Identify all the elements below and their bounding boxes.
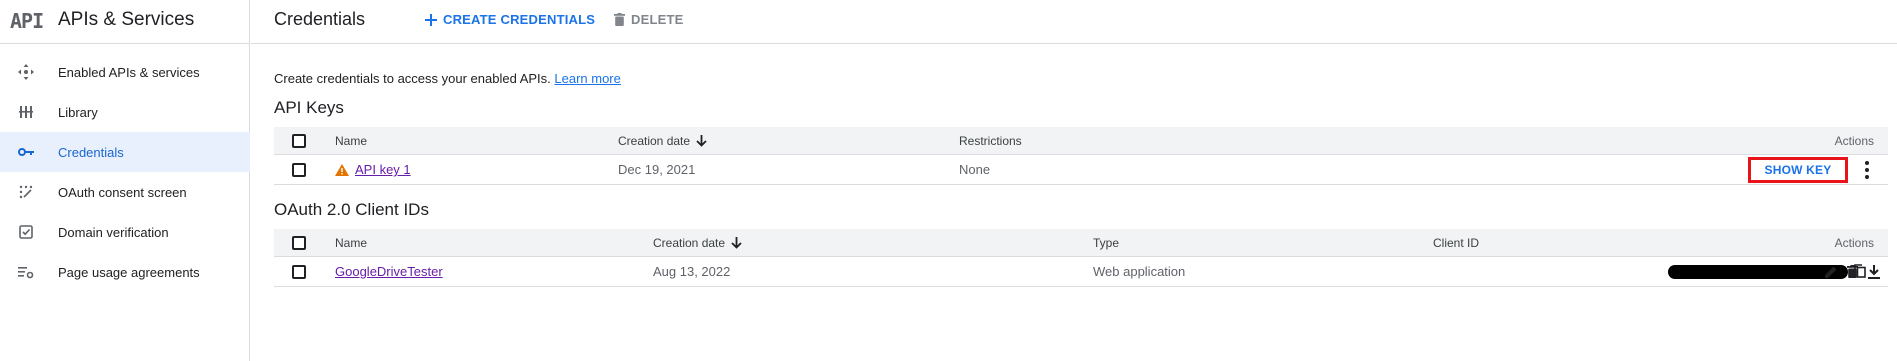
sidebar-item-label: Domain verification	[58, 224, 169, 240]
column-header-name[interactable]: Name	[335, 127, 367, 154]
table-header: Name Creation date Restrictions Actions	[274, 127, 1888, 155]
column-header-actions: Actions	[1834, 235, 1874, 250]
checkbox-icon	[17, 224, 35, 240]
sidebar-item-domain-verification[interactable]: Domain verification	[0, 212, 250, 252]
api-logo: API	[10, 9, 44, 33]
column-header-label: Creation date	[618, 133, 691, 148]
intro-text: Create credentials to access your enable…	[274, 71, 621, 86]
row-checkbox[interactable]	[292, 162, 306, 177]
consent-icon	[17, 184, 35, 200]
column-header-creation-date[interactable]: Creation date	[618, 127, 707, 154]
sidebar-item-label: Library	[58, 104, 98, 120]
delete-label: DELETE	[631, 12, 684, 27]
table-row: GoogleDriveTester Aug 13, 2022 Web appli…	[274, 257, 1888, 287]
column-header-name[interactable]: Name	[335, 229, 367, 256]
oauth-clients-table: Name Creation date Type Client ID Action…	[274, 229, 1888, 287]
key-icon	[17, 144, 35, 160]
sidebar-item-library[interactable]: Library	[0, 92, 250, 132]
column-header-client-id: Client ID	[1433, 235, 1480, 250]
table-header: Name Creation date Type Client ID Action…	[274, 229, 1888, 257]
move-icon	[17, 64, 35, 80]
page-header: Credentials CREATE CREDENTIALS DELETE	[251, 0, 1897, 44]
column-header-label: Creation date	[653, 235, 726, 250]
edit-icon[interactable]	[1824, 265, 1838, 282]
redacted-client-id	[1668, 265, 1848, 279]
api-keys-table: Name Creation date Restrictions Actions …	[274, 127, 1888, 185]
column-header-actions: Actions	[1834, 133, 1874, 148]
trash-icon[interactable]	[1847, 265, 1858, 281]
plus-icon	[425, 13, 437, 26]
settings-list-icon	[17, 264, 35, 280]
page-title: Credentials	[274, 9, 366, 29]
create-credentials-label: CREATE CREDENTIALS	[443, 12, 596, 27]
sidebar-item-oauth-consent[interactable]: OAuth consent screen	[0, 172, 250, 212]
sidebar-item-enabled-apis[interactable]: Enabled APIs & services	[0, 52, 250, 92]
sidebar-item-page-usage[interactable]: Page usage agreements	[0, 252, 250, 292]
creation-date: Aug 13, 2022	[653, 264, 731, 279]
show-key-button[interactable]: SHOW KEY	[1748, 157, 1848, 183]
sidebar: API APIs & Services Enabled APIs & servi…	[0, 0, 250, 361]
api-key-name-link[interactable]: API key 1	[355, 162, 411, 177]
column-header-creation-date[interactable]: Creation date	[653, 229, 742, 256]
delete-button[interactable]: DELETE	[614, 12, 683, 27]
brand-header: API APIs & Services	[0, 0, 250, 44]
intro-description: Create credentials to access your enable…	[274, 71, 551, 86]
row-checkbox[interactable]	[292, 264, 306, 279]
restrictions-value: None	[959, 162, 991, 177]
oauth-clients-title: OAuth 2.0 Client IDs	[274, 200, 429, 219]
more-vert-icon[interactable]	[1862, 161, 1872, 179]
table-row: API key 1 Dec 19, 2021 None SHOW KEY	[274, 155, 1888, 185]
warning-icon	[335, 163, 349, 176]
sidebar-item-label: Page usage agreements	[58, 264, 200, 280]
api-keys-title: API Keys	[274, 98, 344, 117]
create-credentials-button[interactable]: CREATE CREDENTIALS	[425, 12, 595, 27]
oauth-client-name-link[interactable]: GoogleDriveTester	[335, 264, 443, 279]
client-type: Web application	[1093, 264, 1186, 279]
arrow-down-icon	[696, 134, 707, 147]
column-header-type: Type	[1093, 235, 1120, 250]
learn-more-link[interactable]: Learn more	[554, 71, 620, 86]
select-all-checkbox[interactable]	[292, 235, 306, 250]
column-header-restrictions: Restrictions	[959, 133, 1022, 148]
arrow-down-icon	[731, 236, 742, 249]
download-icon[interactable]	[1868, 265, 1880, 282]
sidebar-item-label: Enabled APIs & services	[58, 64, 200, 80]
library-icon	[17, 104, 35, 120]
creation-date: Dec 19, 2021	[618, 162, 696, 177]
sidebar-item-credentials[interactable]: Credentials	[0, 132, 250, 172]
trash-icon	[614, 13, 625, 26]
sidebar-item-label: OAuth consent screen	[58, 184, 187, 200]
sidebar-nav: Enabled APIs & services Library Credenti…	[0, 52, 250, 292]
app-title: APIs & Services	[58, 9, 195, 30]
select-all-checkbox[interactable]	[292, 133, 306, 148]
main-content: Create credentials to access your enable…	[251, 45, 1897, 361]
sidebar-item-label: Credentials	[58, 144, 124, 160]
